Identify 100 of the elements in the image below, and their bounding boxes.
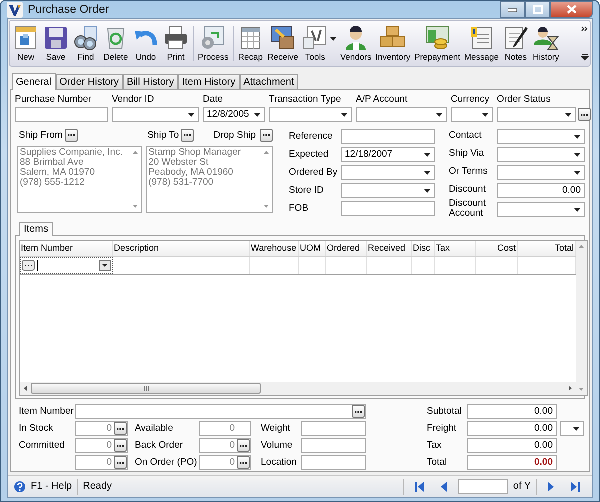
- address-line: Salem, MA 01970: [20, 168, 96, 178]
- notes-button[interactable]: Notes: [500, 21, 531, 66]
- address-box[interactable]: Stamp Shop Manager 20 Webster St Peabody, MA 01960 (978) 531-7700: [146, 146, 273, 213]
- field-label: Vendor ID: [112, 94, 156, 105]
- find-button[interactable]: Find: [71, 21, 101, 66]
- new-button[interactable]: New: [11, 21, 41, 66]
- horizontal-scrollbar[interactable]: [20, 382, 576, 395]
- text-field[interactable]: [301, 421, 366, 436]
- tools-button[interactable]: Tools: [300, 21, 338, 66]
- text-field[interactable]: [341, 200, 435, 216]
- dropdown-field[interactable]: [497, 107, 576, 122]
- dropdown-field[interactable]: [341, 182, 435, 198]
- scroll-down-icon: [579, 388, 584, 391]
- text-field[interactable]: [301, 455, 366, 470]
- dropdown-field[interactable]: [497, 146, 585, 162]
- prepayment-button[interactable]: Prepayment: [412, 21, 462, 66]
- message-button[interactable]: Message: [462, 21, 501, 66]
- count-field[interactable]: 0: [75, 455, 128, 470]
- column-header[interactable]: Disc: [412, 241, 435, 256]
- tab[interactable]: Item History: [178, 74, 240, 89]
- print-button[interactable]: Print: [161, 21, 191, 66]
- field-label: A/P Account: [356, 94, 409, 105]
- ellipsis-button[interactable]: [578, 108, 591, 121]
- dropdown-field[interactable]: [269, 107, 352, 122]
- text-field[interactable]: [341, 128, 435, 144]
- ellipsis-button[interactable]: [260, 128, 273, 142]
- ellipsis-button[interactable]: [181, 128, 194, 142]
- dropdown-field[interactable]: 12/8/2005: [203, 107, 265, 122]
- dropdown-field[interactable]: [497, 202, 585, 216]
- first-page-icon[interactable]: [415, 482, 424, 492]
- text-field[interactable]: [15, 107, 108, 122]
- coins-icon: [424, 25, 451, 51]
- dropdown-field[interactable]: [451, 107, 493, 122]
- last-page-icon[interactable]: [571, 482, 580, 492]
- column-header[interactable]: Description: [113, 241, 250, 256]
- process-button[interactable]: Process: [196, 21, 231, 66]
- undo-button[interactable]: Undo: [131, 21, 161, 66]
- dropdown-field[interactable]: 12/18/2007: [341, 146, 435, 162]
- scroll-down-icon: [264, 205, 269, 208]
- tab[interactable]: Attachment: [240, 74, 298, 89]
- column-header[interactable]: Received: [367, 241, 412, 256]
- tab[interactable]: General: [12, 73, 56, 90]
- history-button[interactable]: History: [530, 21, 562, 66]
- number-field[interactable]: 0.00: [497, 182, 585, 198]
- field-label: Store ID: [289, 184, 325, 196]
- field-label: Or Terms: [449, 167, 489, 177]
- column-header[interactable]: Warehouse: [250, 241, 299, 256]
- item-number-editor[interactable]: [20, 257, 113, 274]
- column-header[interactable]: Item Number: [20, 241, 113, 256]
- column-header[interactable]: Tax: [435, 241, 476, 256]
- column-header[interactable]: UOM: [299, 241, 326, 256]
- tab[interactable]: Order History: [56, 74, 124, 89]
- save-button[interactable]: Save: [41, 21, 71, 66]
- vertical-scrollbar[interactable]: [576, 241, 587, 395]
- ellipsis-button[interactable]: [64, 128, 78, 142]
- item-number-field[interactable]: [75, 404, 366, 419]
- ellipsis-button[interactable]: [114, 439, 127, 452]
- count-field[interactable]: 0: [75, 438, 128, 453]
- receive-button[interactable]: Receive: [266, 21, 300, 66]
- field-label: Currency: [451, 94, 491, 105]
- recap-button[interactable]: Recap: [236, 21, 266, 66]
- scroll-up-icon: [264, 151, 269, 154]
- dropdown-field[interactable]: [112, 107, 199, 122]
- close-button[interactable]: [550, 1, 593, 18]
- field-label: In Stock: [19, 423, 54, 434]
- next-page-icon[interactable]: [548, 482, 554, 492]
- help-icon: [14, 480, 26, 492]
- ellipsis-button[interactable]: [237, 456, 250, 469]
- amount-field: 0.00: [467, 421, 557, 436]
- help-hint[interactable]: F1 - Help: [31, 481, 72, 492]
- text-cursor-icon: [37, 260, 38, 271]
- address-box[interactable]: Supplies Companie, Inc. 88 Brimbal Ave Salem, MA 01970 (978) 555-1212: [17, 146, 142, 213]
- dropdown-field[interactable]: [341, 164, 435, 180]
- ellipsis-button[interactable]: [114, 422, 127, 435]
- text-field[interactable]: [301, 438, 366, 453]
- dropdown-field[interactable]: [560, 421, 584, 436]
- column-header[interactable]: Ordered: [326, 241, 367, 256]
- vendors-button[interactable]: Vendors: [338, 21, 374, 66]
- field-label: FOB: [289, 202, 310, 214]
- tab[interactable]: Items: [19, 222, 54, 236]
- dropdown-field[interactable]: [497, 164, 585, 180]
- page-field[interactable]: [458, 479, 508, 494]
- overflow-icon[interactable]: [581, 26, 589, 62]
- inventory-button[interactable]: Inventory: [374, 21, 413, 66]
- count-field[interactable]: 0: [199, 455, 251, 470]
- count-field[interactable]: 0: [199, 421, 251, 436]
- dropdown-field[interactable]: [356, 107, 447, 122]
- column-header[interactable]: Cost: [476, 241, 518, 256]
- delete-button[interactable]: Delete: [101, 21, 131, 66]
- dropdown-field[interactable]: [497, 128, 585, 144]
- count-field[interactable]: 0: [199, 438, 251, 453]
- minimize-button[interactable]: [500, 1, 525, 18]
- ellipsis-button[interactable]: [237, 439, 250, 452]
- maximize-button[interactable]: [525, 1, 550, 18]
- previous-page-icon[interactable]: [441, 482, 448, 492]
- ellipsis-icon[interactable]: [22, 260, 35, 271]
- tab[interactable]: Bill History: [123, 74, 178, 89]
- ellipsis-button[interactable]: [114, 456, 127, 469]
- count-field[interactable]: 0: [75, 421, 128, 436]
- ellipsis-button[interactable]: [352, 405, 365, 418]
